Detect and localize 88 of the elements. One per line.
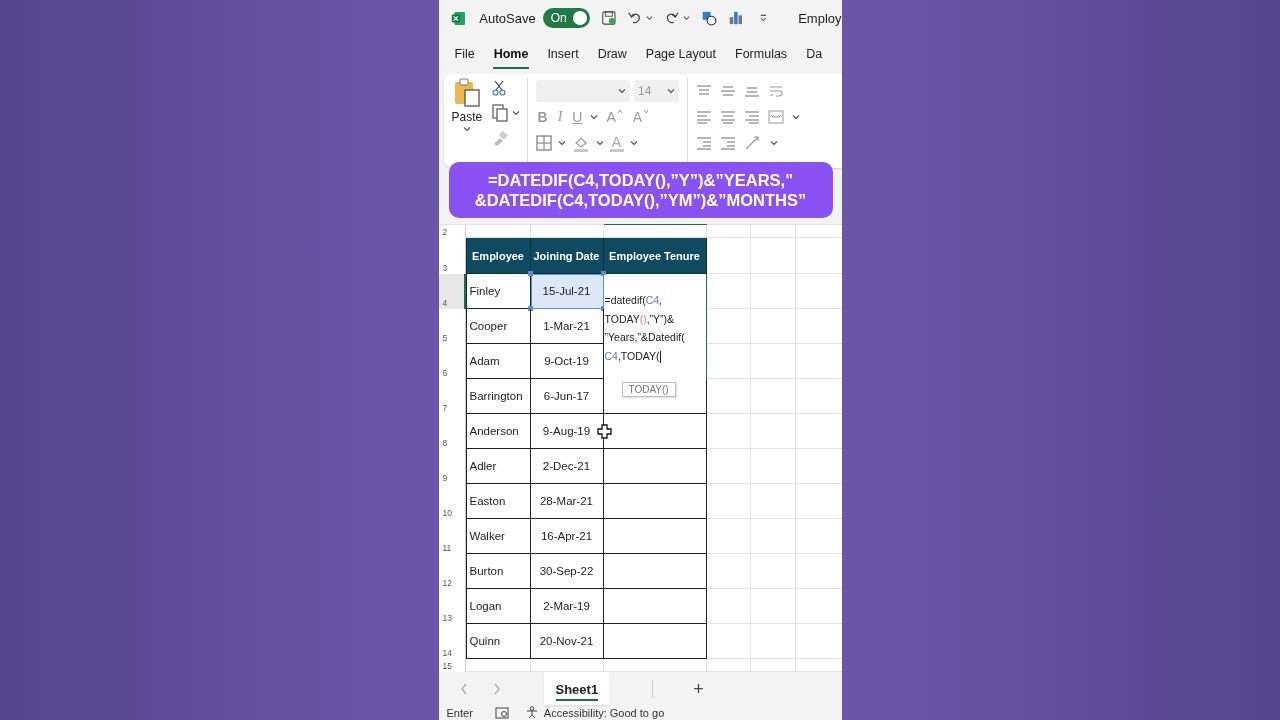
column-header: Employee Tenure: [603, 238, 707, 274]
save-icon[interactable]: [600, 9, 617, 27]
autosave-label: AutoSave: [479, 10, 536, 26]
borders-icon[interactable]: [535, 135, 552, 151]
autosave-toggle[interactable]: On: [542, 8, 590, 28]
accessibility-status[interactable]: Accessibility: Good to go: [543, 706, 665, 719]
table-cell[interactable]: 9-Oct-19: [530, 344, 604, 379]
caret-icon[interactable]: [595, 140, 604, 146]
row-number[interactable]: 12: [438, 554, 466, 589]
table-cell[interactable]: 30-Sep-22: [530, 554, 604, 589]
row-number[interactable]: 2: [438, 225, 466, 238]
table-cell: Barrington: [465, 379, 531, 414]
ribbon-tab[interactable]: Home: [492, 41, 530, 69]
row-number[interactable]: 11: [438, 519, 466, 554]
table-cell[interactable]: [603, 449, 707, 484]
paste-caret-icon[interactable]: [462, 126, 471, 132]
row-number[interactable]: 15: [438, 659, 466, 672]
ribbon-tab[interactable]: Formulas: [734, 41, 789, 69]
column-header: Employee: [465, 238, 531, 274]
caret-icon[interactable]: [618, 88, 626, 94]
table-cell[interactable]: 6-Jun-17: [530, 379, 604, 414]
up-caret-icon: [616, 109, 623, 114]
row-number[interactable]: 10: [438, 484, 466, 519]
clipboard-icon: [452, 78, 481, 108]
table-cell[interactable]: 28-Mar-21: [530, 484, 604, 519]
ribbon-tab[interactable]: Page Layout: [644, 41, 718, 69]
cross-cursor-icon: [596, 424, 612, 439]
scissors-icon[interactable]: [492, 80, 507, 96]
caret-icon[interactable]: [682, 15, 690, 21]
formula-caption: =DATEDIF(C4,TODAY(),”Y”)&”YEARS," &DATEDIF(C4,TODAY(),”YM”)&”MONTHS”: [474, 170, 807, 210]
table-cell: Burton: [465, 554, 531, 589]
table-cell: Adler: [465, 449, 531, 484]
formula-text[interactable]: =datedif(C4, TODAY(),”Y”)& ”Years,”&Datedif( C4,TODAY(: [604, 291, 685, 366]
ribbon-tab[interactable]: Insert: [546, 41, 580, 69]
table-cell[interactable]: [603, 624, 707, 659]
function-tooltip: TODAY(): [621, 382, 676, 397]
table-cell[interactable]: [603, 519, 707, 554]
table-cell[interactable]: 2-Dec-21: [530, 449, 604, 484]
row-number[interactable]: 14: [438, 624, 466, 659]
table-cell[interactable]: 15-Jul-21: [530, 274, 604, 309]
table-cell[interactable]: [603, 589, 707, 624]
chart-icon[interactable]: [727, 9, 744, 27]
copy-icon[interactable]: [492, 104, 509, 122]
add-sheet-button[interactable]: +: [652, 679, 704, 698]
down-caret-icon: [643, 109, 650, 114]
paste-button[interactable]: Paste: [451, 78, 483, 146]
caret-icon[interactable]: [512, 110, 521, 116]
row-number[interactable]: 7: [438, 379, 466, 414]
excel-icon[interactable]: [450, 9, 466, 27]
table-cell: Logan: [465, 589, 531, 624]
sheet-tab[interactable]: Sheet1: [543, 672, 611, 705]
table-cell: Easton: [465, 484, 531, 519]
caret-icon[interactable]: [666, 88, 675, 94]
caret-icon[interactable]: [590, 114, 599, 120]
row-number[interactable]: 13: [438, 589, 466, 624]
document-title: Employ: [798, 10, 842, 26]
ribbon-tab[interactable]: File: [453, 41, 476, 69]
table-cell: Adam: [465, 344, 531, 379]
table-cell: Quinn: [465, 624, 531, 659]
caret-icon[interactable]: [791, 114, 800, 120]
row-number[interactable]: 8: [438, 414, 466, 449]
table-cell[interactable]: [603, 554, 707, 589]
macro-icon[interactable]: [494, 706, 509, 719]
row-number[interactable]: 5: [438, 309, 466, 344]
orientation-icon[interactable]: [743, 135, 762, 151]
table-cell[interactable]: 16-Apr-21: [530, 519, 604, 554]
table-cell[interactable]: 1-Mar-21: [530, 309, 604, 344]
status-mode: Enter: [446, 706, 473, 719]
caret-icon[interactable]: [769, 140, 778, 146]
ribbon-tab[interactable]: Da: [805, 41, 824, 69]
table-cell: Walker: [465, 519, 531, 554]
table-cell[interactable]: [603, 484, 707, 519]
table-cell[interactable]: 2-Mar-19: [530, 589, 604, 624]
caret-icon[interactable]: [557, 140, 566, 146]
table-cell: Cooper: [465, 309, 531, 344]
ribbon-tab[interactable]: Draw: [596, 41, 628, 69]
row-number[interactable]: 3: [438, 238, 466, 274]
column-header: Joining Date: [530, 238, 604, 274]
table-cell[interactable]: 20-Nov-21: [530, 624, 604, 659]
caret-icon[interactable]: [629, 140, 638, 146]
caret-icon[interactable]: [646, 15, 654, 21]
row-number[interactable]: 6: [438, 344, 466, 379]
customize-icon[interactable]: [759, 13, 769, 23]
shapes-icon[interactable]: [700, 9, 717, 27]
table-cell: Anderson: [465, 414, 531, 449]
row-number[interactable]: 4: [438, 274, 466, 309]
accessibility-icon[interactable]: [525, 706, 540, 719]
row-number[interactable]: 9: [438, 449, 466, 484]
